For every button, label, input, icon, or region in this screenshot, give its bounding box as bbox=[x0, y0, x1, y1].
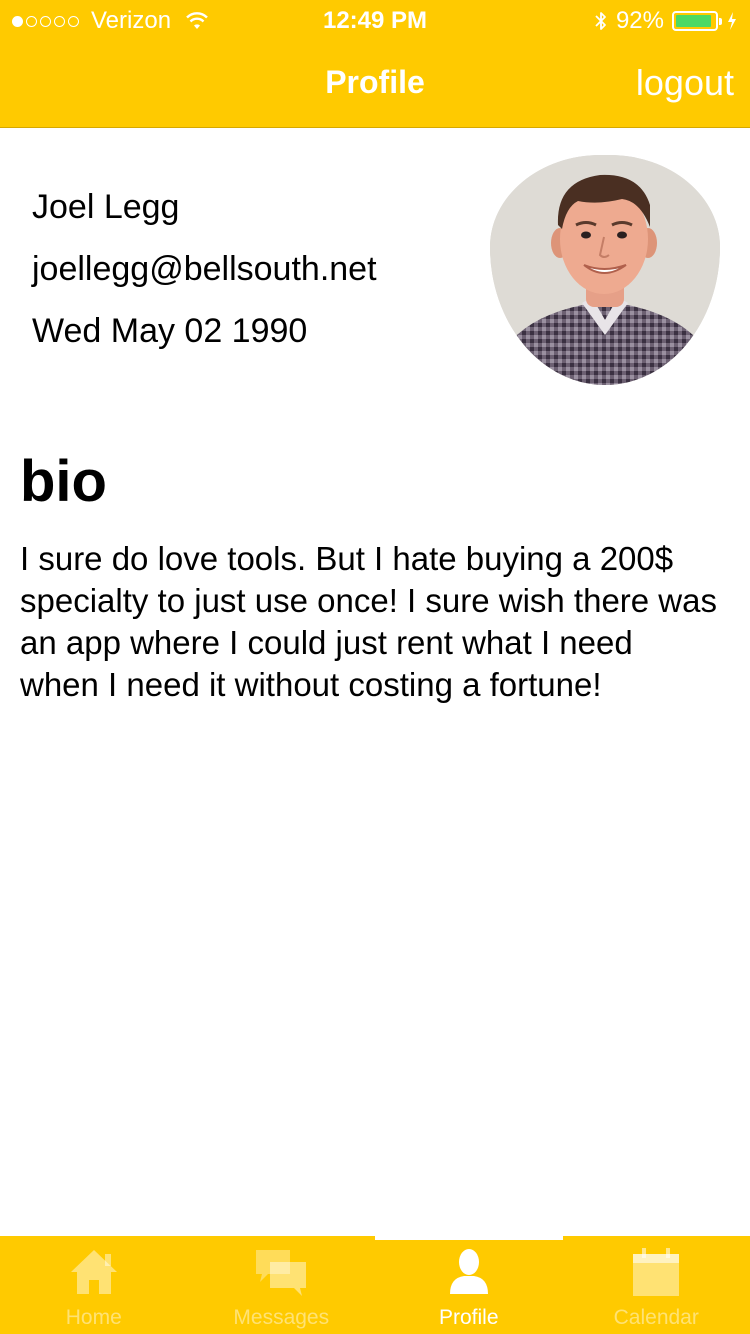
battery-icon bbox=[672, 11, 722, 31]
status-right: 92% bbox=[594, 7, 738, 35]
battery-fill bbox=[676, 15, 711, 27]
bio-heading: bio bbox=[20, 449, 107, 514]
profile-email: joellegg@bellsouth.net bbox=[32, 250, 377, 288]
calendar-icon bbox=[633, 1248, 680, 1296]
messages-icon bbox=[256, 1250, 307, 1296]
top-bar: Verizon 12:49 PM 92% Profile logout bbox=[0, 0, 750, 128]
bio-text: I sure do love tools. But I hate buying … bbox=[20, 540, 717, 703]
battery-percent: 92% bbox=[615, 7, 664, 34]
tab-calendar[interactable]: Calendar bbox=[563, 1236, 750, 1334]
tab-label: Calendar bbox=[613, 1306, 699, 1329]
bluetooth-icon bbox=[595, 12, 606, 30]
tab-label: Messages bbox=[233, 1306, 330, 1329]
charging-bolt-icon bbox=[728, 12, 736, 30]
tab-label: Profile bbox=[438, 1306, 499, 1329]
profile-birthdate: Wed May 02 1990 bbox=[32, 312, 308, 350]
profile-info: Joel Legg joellegg@bellsouth.net Wed May… bbox=[32, 176, 377, 362]
avatar-photo bbox=[490, 155, 720, 385]
tab-home[interactable]: Home bbox=[0, 1236, 188, 1334]
tab-bar: Home Messages Profile Calendar bbox=[0, 1236, 750, 1334]
status-bar: Verizon 12:49 PM 92% bbox=[0, 0, 750, 40]
profile-icon bbox=[449, 1249, 488, 1294]
battery-nub bbox=[719, 18, 722, 25]
home-icon bbox=[70, 1250, 117, 1294]
tab-messages[interactable]: Messages bbox=[188, 1236, 376, 1334]
tab-profile[interactable]: Profile bbox=[375, 1236, 563, 1334]
profile-name: Joel Legg bbox=[32, 188, 180, 226]
logout-button[interactable]: logout bbox=[636, 62, 734, 104]
avatar bbox=[490, 155, 720, 385]
tab-label: Home bbox=[65, 1306, 122, 1329]
